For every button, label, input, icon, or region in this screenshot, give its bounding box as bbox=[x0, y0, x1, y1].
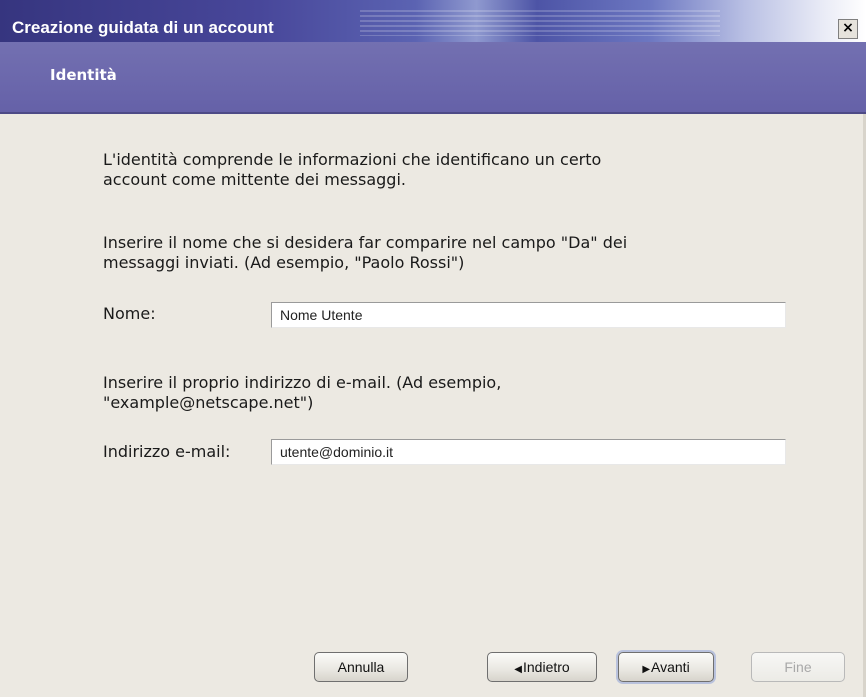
close-icon: × bbox=[842, 20, 854, 36]
cancel-button[interactable]: Annulla bbox=[314, 652, 408, 682]
intro-text: L'identità comprende le informazioni che… bbox=[103, 150, 602, 189]
name-field[interactable]: Nome Utente bbox=[271, 302, 786, 328]
title-bar-decoration bbox=[360, 10, 720, 36]
page-title: Identità bbox=[50, 66, 117, 84]
next-arrow-icon: ▶ bbox=[642, 664, 651, 675]
email-field[interactable]: utente@dominio.it bbox=[271, 439, 786, 465]
back-button-label: Indietro bbox=[523, 659, 570, 675]
window-title: Creazione guidata di un account bbox=[12, 18, 274, 37]
close-button[interactable]: × bbox=[838, 19, 858, 39]
back-arrow-icon: ◀ bbox=[514, 664, 522, 675]
name-label: Nome: bbox=[103, 304, 156, 323]
account-wizard-window: Creazione guidata di un account × Identi… bbox=[0, 0, 866, 697]
next-button-label: Avanti bbox=[651, 659, 690, 675]
back-button[interactable]: ◀Indietro bbox=[487, 652, 597, 682]
email-instructions: Inserire il proprio indirizzo di e-mail.… bbox=[103, 373, 502, 412]
email-label: Indirizzo e-mail: bbox=[103, 442, 231, 461]
next-button[interactable]: ▶Avanti bbox=[618, 652, 714, 682]
finish-button[interactable]: Fine bbox=[751, 652, 845, 682]
name-instructions: Inserire il nome che si desidera far com… bbox=[103, 233, 628, 272]
title-bar[interactable]: Creazione guidata di un account × bbox=[0, 0, 866, 42]
wizard-header: Identità bbox=[0, 42, 866, 114]
